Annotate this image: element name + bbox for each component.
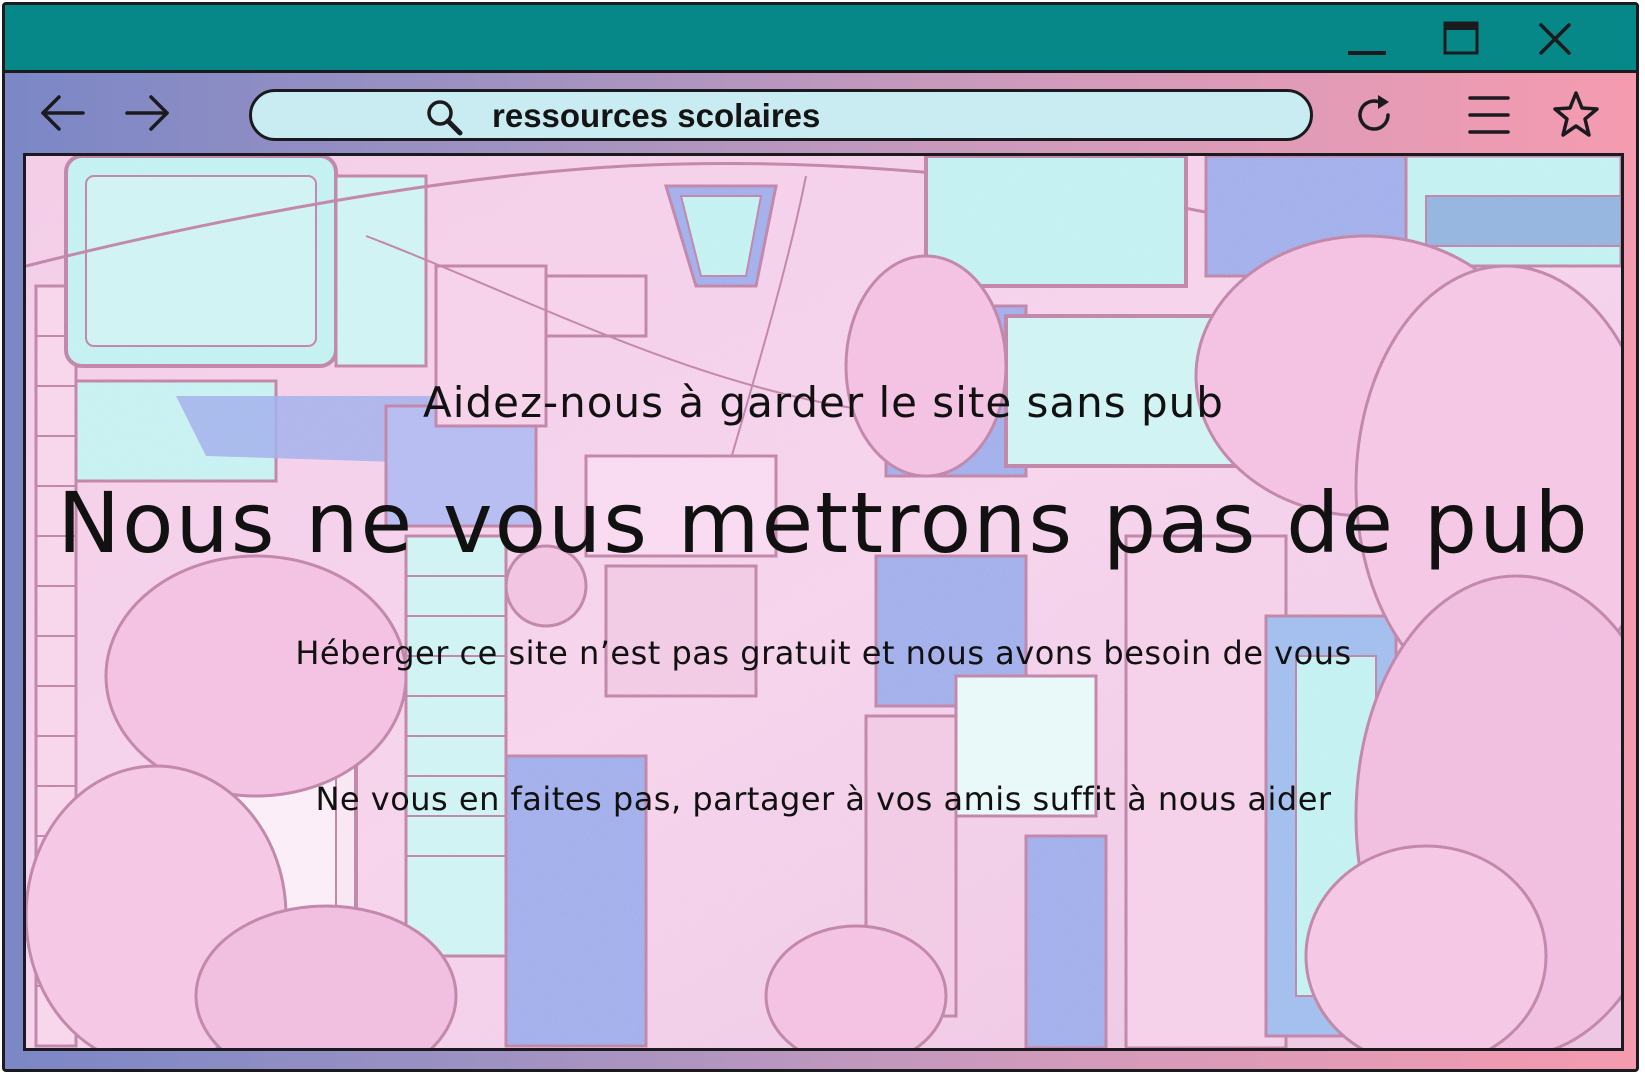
search-icon [424, 97, 464, 137]
share-message: Ne vous en faites pas, partager à vos am… [315, 780, 1332, 818]
close-button[interactable] [1535, 19, 1575, 59]
bookmark-button[interactable] [1550, 89, 1602, 141]
arrow-left-icon [41, 95, 85, 131]
forward-button[interactable] [121, 91, 173, 135]
arrow-right-icon [125, 95, 169, 131]
page-headline: Nous ne vous mettrons pas de pub [57, 474, 1590, 572]
minimize-icon [1348, 51, 1386, 55]
hosting-message: Héberger ce site n’est pas gratuit et no… [295, 634, 1352, 672]
maximize-icon [1443, 21, 1479, 55]
close-icon [1539, 23, 1571, 55]
address-bar[interactable]: ressources scolaires [249, 89, 1313, 141]
menu-button[interactable] [1464, 89, 1516, 141]
reload-icon [1358, 95, 1390, 131]
page-viewport[interactable]: Aidez-nous à garder le site sans pub Nou… [23, 153, 1624, 1051]
hamburger-menu-icon [1468, 96, 1510, 134]
title-bar [5, 5, 1636, 73]
browser-window: ressources scolaires Aidez-nous à garder… [2, 2, 1639, 1072]
minimize-button[interactable] [1347, 19, 1387, 59]
page-content: Aidez-nous à garder le site sans pub Nou… [26, 156, 1621, 1048]
maximize-button[interactable] [1441, 19, 1481, 59]
page-subtitle: Aidez-nous à garder le site sans pub [423, 378, 1224, 427]
star-icon [1553, 91, 1599, 137]
browser-toolbar: ressources scolaires [5, 73, 1636, 155]
back-button[interactable] [37, 91, 89, 135]
reload-button[interactable] [1348, 89, 1400, 141]
search-query-text[interactable]: ressources scolaires [492, 95, 1272, 137]
